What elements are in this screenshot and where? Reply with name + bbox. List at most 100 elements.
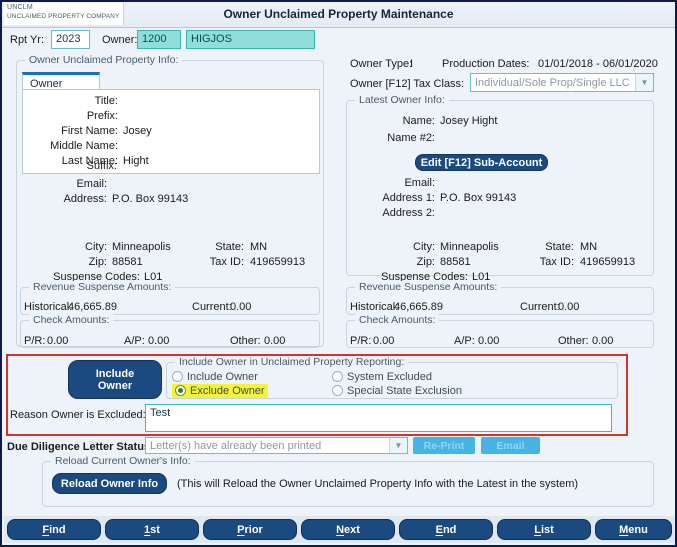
reprint-button-label: Re-Print	[423, 439, 465, 452]
page-title: Owner Unclaimed Property Maintenance	[223, 7, 454, 21]
prefix-label: Prefix:	[86, 110, 118, 122]
nav-button-list-post: ist	[540, 523, 554, 536]
right-historical-value: 46,665.89	[394, 301, 443, 313]
left-tax-id-label: Tax ID:	[209, 256, 244, 268]
right-address1-value: P.O. Box 99143	[440, 192, 517, 204]
right-email-label: Email:	[404, 177, 435, 189]
nav-button-find[interactable]: Find	[7, 519, 101, 540]
tax-class-label: Owner [F12] Tax Class:	[350, 78, 465, 90]
radio-include-owner[interactable]: Include Owner	[172, 371, 258, 383]
due-diligence-status-value: Letter(s) have already been printed	[150, 439, 322, 452]
nav-button-prior[interactable]: Prior	[203, 519, 297, 540]
owner-number-input[interactable]: 1200	[137, 30, 181, 49]
edit-sub-account-button-label: Edit [F12] Sub-Account	[420, 156, 543, 169]
reprint-button[interactable]: Re-Print	[413, 437, 475, 454]
right-city-label: City:	[413, 241, 435, 253]
radio-exclude-owner[interactable]: Exclude Owner	[172, 384, 268, 398]
reason-excluded-label: Reason Owner is Excluded:	[10, 409, 146, 421]
right-historical-label: Historical:	[350, 301, 399, 313]
left-tax-id-value: 419659913	[250, 256, 306, 268]
chevron-down-icon-due-diligence[interactable]: ▼	[389, 438, 407, 453]
include-owner-button-line1: Include	[95, 367, 135, 380]
radio-include-owner-label: Include Owner	[187, 371, 258, 383]
nav-button-1st[interactable]: 1st	[105, 519, 199, 540]
nav-button-list-key: L	[534, 523, 541, 536]
owner-code-input[interactable]: HIGJOS	[186, 30, 315, 49]
application-window: UNCLM UNCLAIMED PROPERTY COMPANY Owner U…	[0, 0, 677, 547]
reload-owner-info-button[interactable]: Reload Owner Info	[52, 473, 167, 494]
right-current-value: 0.00	[558, 301, 580, 313]
nav-button-list[interactable]: List	[497, 519, 591, 540]
nav-button-1st-label: 1st	[144, 524, 160, 536]
right-state-value: MN	[580, 241, 598, 253]
left-zip-label: Zip:	[88, 256, 107, 268]
first-name-label: First Name:	[61, 125, 118, 137]
right-tax-id-value: 419659913	[580, 256, 636, 268]
right-ap-value: 0.00	[478, 335, 500, 347]
edit-sub-account-button[interactable]: Edit [F12] Sub-Account	[415, 154, 548, 171]
production-dates-value: 01/01/2018 - 06/01/2020	[538, 58, 658, 70]
radio-include-owner-icon	[172, 371, 183, 382]
nav-button-find-label: Find	[42, 524, 65, 536]
right-current-label: Current:	[520, 301, 560, 313]
nav-button-find-post: ind	[49, 523, 66, 536]
owner-label: Owner:	[102, 34, 138, 46]
left-city-value: Minneapolis	[112, 241, 171, 253]
header-row: Rpt Yr: 2023 Owner: 1200 HIGJOS	[2, 28, 675, 53]
nav-button-next-post: ext	[344, 523, 360, 536]
radio-system-excluded[interactable]: System Excluded	[332, 371, 432, 383]
right-check-amounts-caption: Check Amounts:	[355, 314, 440, 326]
due-diligence-status-combobox[interactable]: Letter(s) have already been printed ▼	[145, 437, 408, 454]
nav-button-menu[interactable]: Menu	[595, 519, 672, 540]
left-city-label: City:	[85, 241, 107, 253]
nav-button-prior-key: P	[237, 523, 245, 536]
right-ap-label: A/P:	[454, 335, 475, 347]
right-pr-label: P/R:	[350, 335, 372, 347]
right-address2-label: Address 2:	[382, 207, 435, 219]
title-bar: UNCLM UNCLAIMED PROPERTY COMPANY Owner U…	[2, 2, 675, 28]
left-current-label: Current:	[192, 301, 232, 313]
tax-class-value: Individual/Sole Prop/Single LLC	[475, 76, 630, 89]
nav-button-menu-post: enu	[628, 523, 648, 536]
right-other-label: Other:	[558, 335, 589, 347]
include-owner-button[interactable]: Include Owner	[68, 360, 162, 399]
left-ap-value: 0.00	[148, 335, 170, 347]
radio-special-state-exclusion-label: Special State Exclusion	[347, 385, 462, 397]
latest-name-value: Josey Hight	[440, 115, 498, 127]
tax-class-combobox[interactable]: Individual/Sole Prop/Single LLC ▼	[470, 73, 654, 92]
left-check-amounts-caption: Check Amounts:	[29, 314, 114, 326]
latest-owner-info-caption: Latest Owner Info:	[355, 94, 449, 106]
radio-special-state-exclusion[interactable]: Special State Exclusion	[332, 385, 462, 397]
left-revenue-suspense-caption: Revenue Suspense Amounts:	[29, 281, 176, 293]
chevron-down-icon[interactable]: ▼	[635, 74, 653, 91]
right-revenue-suspense-caption: Revenue Suspense Amounts:	[355, 281, 502, 293]
tab-owner-name[interactable]: Owner Name	[22, 72, 100, 102]
nav-button-list-label: List	[534, 524, 554, 536]
right-address1-label: Address 1:	[382, 192, 435, 204]
owner-type-value: I	[410, 58, 414, 70]
left-current-value: 0.00	[230, 301, 252, 313]
owner-unclaimed-property-info-caption: Owner Unclaimed Property Info:	[25, 54, 183, 66]
left-other-label: Other:	[230, 335, 261, 347]
rpt-yr-input[interactable]: 2023	[51, 30, 90, 49]
latest-name-label: Name:	[402, 115, 435, 127]
right-zip-label: Zip:	[416, 256, 435, 268]
include-owner-reporting-caption: Include Owner in Unclaimed Property Repo…	[175, 356, 409, 368]
first-name-value: Josey	[123, 125, 152, 137]
radio-exclude-owner-highlight: Exclude Owner	[172, 384, 268, 398]
nav-button-menu-key: M	[619, 523, 629, 536]
nav-button-next[interactable]: Next	[301, 519, 395, 540]
left-address-label: Address:	[63, 193, 107, 205]
email-button[interactable]: Email	[481, 437, 540, 454]
nav-button-prior-post: rior	[244, 523, 263, 536]
left-ap-label: A/P:	[124, 335, 145, 347]
reason-excluded-input[interactable]: Test	[145, 404, 612, 432]
email-button-label: Email	[496, 439, 525, 452]
rpt-yr-label: Rpt Yr:	[10, 34, 45, 46]
left-historical-label: Historical:	[24, 301, 73, 313]
nav-button-end[interactable]: End	[399, 519, 493, 540]
nav-button-next-label: Next	[336, 524, 360, 536]
left-historical-value: 46,665.89	[68, 301, 117, 313]
owner-type-label: Owner Type:	[350, 58, 413, 70]
radio-exclude-owner-label: Exclude Owner	[190, 385, 265, 397]
